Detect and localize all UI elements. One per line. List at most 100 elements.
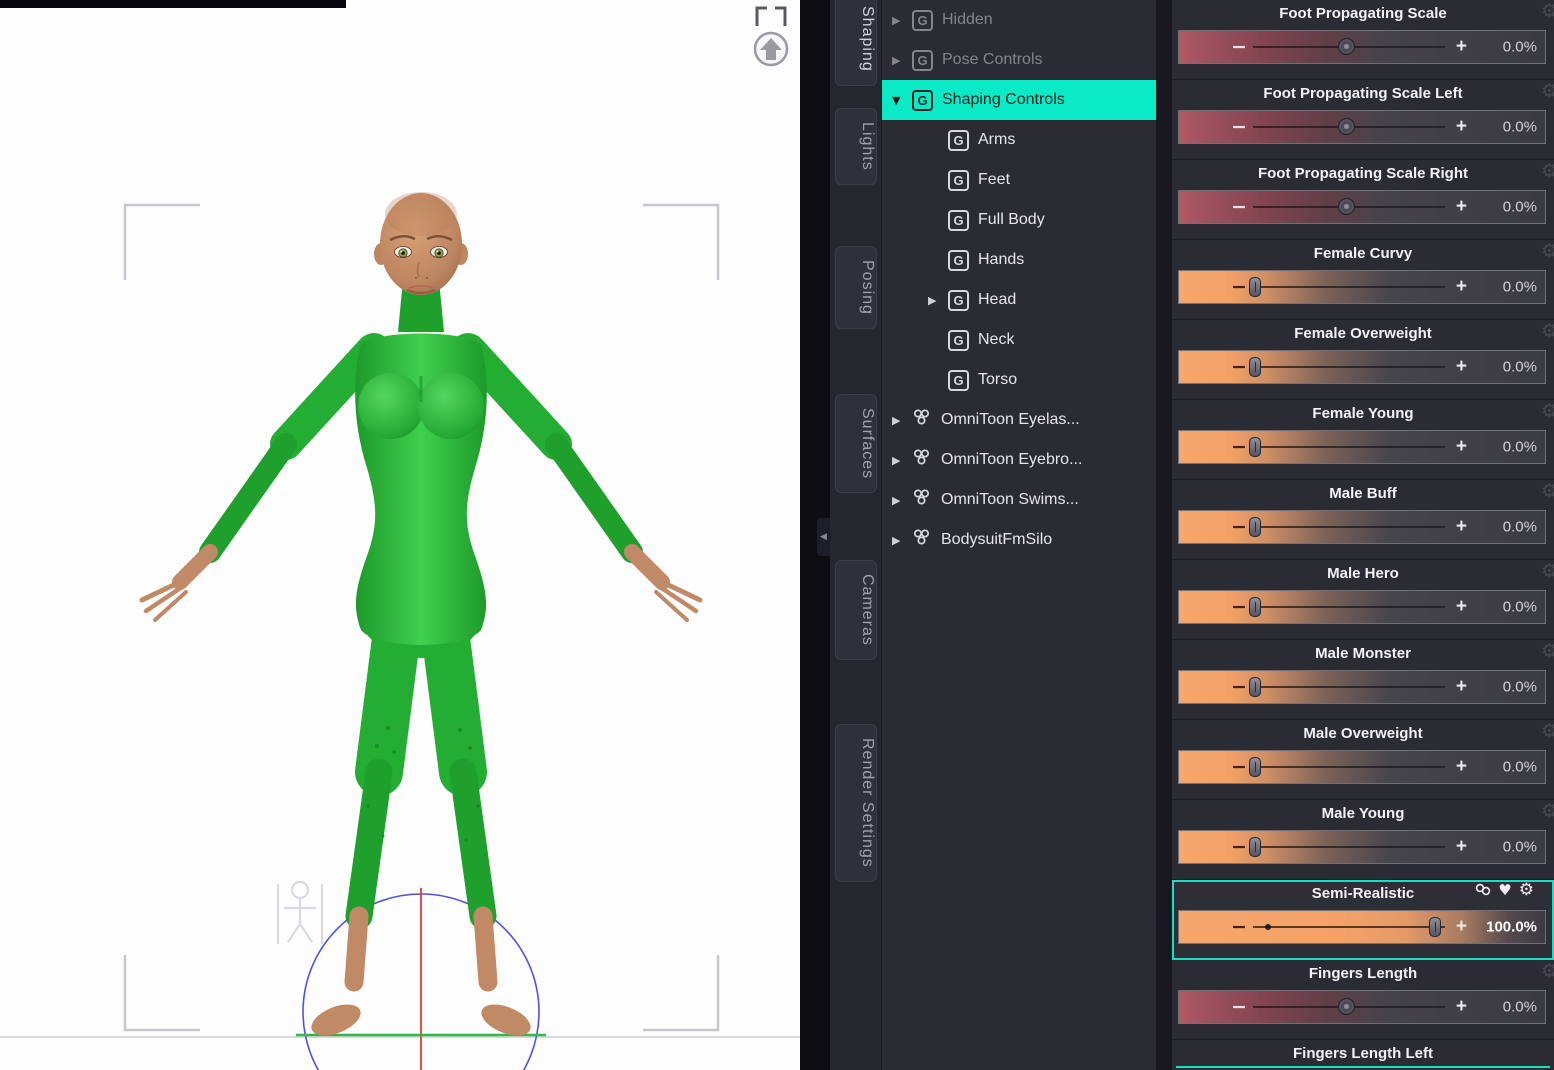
- param-value[interactable]: 100.0%: [1486, 919, 1537, 936]
- gear-icon[interactable]: [1541, 722, 1554, 741]
- param-slider[interactable]: − + 0.0%: [1178, 430, 1546, 464]
- collapse-arrow-icon[interactable]: [928, 294, 943, 307]
- slider-handle[interactable]: [1249, 677, 1261, 697]
- param-value[interactable]: 0.0%: [1503, 199, 1537, 216]
- slider-track[interactable]: [1253, 686, 1445, 688]
- increment-button[interactable]: +: [1456, 276, 1467, 298]
- param-value[interactable]: 0.0%: [1503, 119, 1537, 136]
- gear-icon[interactable]: [1541, 322, 1554, 341]
- slider-track[interactable]: [1253, 846, 1445, 848]
- slider-handle[interactable]: [1249, 517, 1261, 537]
- tree-item-omnitoon-eyelashes[interactable]: OmniToon Eyelas...: [882, 400, 1156, 440]
- tab-cameras[interactable]: Cameras: [835, 560, 877, 660]
- gear-icon[interactable]: [1541, 962, 1554, 981]
- home-view-icon[interactable]: [751, 30, 791, 68]
- tree-item-head[interactable]: Head: [882, 280, 1156, 320]
- increment-button[interactable]: +: [1456, 436, 1467, 458]
- param-slider[interactable]: − + 0.0%: [1178, 30, 1546, 64]
- slider-handle[interactable]: [1338, 38, 1356, 55]
- param-value[interactable]: 0.0%: [1503, 759, 1537, 776]
- expand-viewport-icon[interactable]: [750, 0, 792, 28]
- link-icon[interactable]: [1475, 883, 1491, 899]
- param-slider[interactable]: − + 0.0%: [1178, 750, 1546, 784]
- decrement-button[interactable]: −: [1231, 276, 1247, 298]
- tree-item-full-body[interactable]: Full Body: [882, 200, 1156, 240]
- param-value[interactable]: 0.0%: [1503, 519, 1537, 536]
- param-value[interactable]: 0.0%: [1503, 439, 1537, 456]
- slider-track[interactable]: [1253, 446, 1445, 448]
- param-value[interactable]: 0.0%: [1503, 679, 1537, 696]
- gear-icon[interactable]: [1541, 562, 1554, 581]
- increment-button[interactable]: +: [1456, 356, 1467, 378]
- tree-item-arms[interactable]: Arms: [882, 120, 1156, 160]
- slider-handle[interactable]: [1249, 277, 1261, 297]
- increment-button[interactable]: +: [1456, 916, 1467, 938]
- tab-posing[interactable]: Posing: [835, 246, 877, 329]
- increment-button[interactable]: +: [1456, 36, 1467, 58]
- tree-item-bodysuitfmsilo[interactable]: BodysuitFmSilo: [882, 520, 1156, 560]
- decrement-button[interactable]: −: [1231, 676, 1247, 698]
- gear-icon[interactable]: [1541, 242, 1554, 261]
- gear-icon[interactable]: [1541, 162, 1554, 181]
- increment-button[interactable]: +: [1456, 996, 1467, 1018]
- decrement-button[interactable]: −: [1231, 356, 1247, 378]
- slider-handle[interactable]: [1429, 917, 1442, 937]
- gear-icon[interactable]: [1541, 82, 1554, 101]
- param-value[interactable]: 0.0%: [1503, 599, 1537, 616]
- gear-icon[interactable]: [1541, 482, 1554, 501]
- slider-track[interactable]: [1253, 926, 1445, 928]
- 3d-viewport[interactable]: [0, 0, 800, 1070]
- slider-handle[interactable]: [1249, 597, 1261, 617]
- slider-track[interactable]: [1253, 366, 1445, 368]
- param-value[interactable]: 0.0%: [1503, 359, 1537, 376]
- param-slider[interactable]: − + 0.0%: [1178, 990, 1546, 1024]
- slider-track[interactable]: [1253, 606, 1445, 608]
- param-slider[interactable]: − + 0.0%: [1178, 670, 1546, 704]
- increment-button[interactable]: +: [1456, 116, 1467, 138]
- param-slider[interactable]: − + 0.0%: [1178, 590, 1546, 624]
- increment-button[interactable]: +: [1456, 676, 1467, 698]
- param-value[interactable]: 0.0%: [1503, 839, 1537, 856]
- slider-track[interactable]: [1253, 526, 1445, 528]
- slider-handle[interactable]: [1338, 198, 1356, 215]
- slider-handle[interactable]: [1249, 757, 1261, 777]
- increment-button[interactable]: +: [1456, 516, 1467, 538]
- increment-button[interactable]: +: [1456, 756, 1467, 778]
- tree-item-pose-controls[interactable]: Pose Controls: [882, 40, 1156, 80]
- expand-arrow-icon[interactable]: [892, 94, 907, 107]
- decrement-button[interactable]: −: [1231, 196, 1247, 218]
- param-value[interactable]: 0.0%: [1503, 39, 1537, 56]
- collapse-arrow-icon[interactable]: [892, 534, 907, 547]
- gear-icon[interactable]: [1541, 642, 1554, 661]
- tab-render-settings[interactable]: Render Settings: [835, 724, 877, 882]
- collapse-arrow-icon[interactable]: [892, 14, 907, 27]
- collapse-arrow-icon[interactable]: [892, 414, 907, 427]
- gear-icon[interactable]: [1541, 802, 1554, 821]
- decrement-button[interactable]: −: [1231, 436, 1247, 458]
- slider-handle[interactable]: [1338, 118, 1356, 135]
- tree-item-torso[interactable]: Torso: [882, 360, 1156, 400]
- viewport-canvas[interactable]: [0, 0, 800, 1070]
- tree-item-omnitoon-swimsuit[interactable]: OmniToon Swims...: [882, 480, 1156, 520]
- gear-icon[interactable]: [1541, 2, 1554, 21]
- collapse-arrow-icon[interactable]: [892, 454, 907, 467]
- increment-button[interactable]: +: [1456, 196, 1467, 218]
- slider-handle[interactable]: [1249, 357, 1261, 377]
- slider-handle[interactable]: [1338, 998, 1356, 1015]
- slider-handle[interactable]: [1249, 837, 1261, 857]
- tree-item-neck[interactable]: Neck: [882, 320, 1156, 360]
- increment-button[interactable]: +: [1456, 596, 1467, 618]
- decrement-button[interactable]: −: [1231, 596, 1247, 618]
- panel-collapse-handle[interactable]: [817, 518, 830, 556]
- tree-item-hidden[interactable]: Hidden: [882, 0, 1156, 40]
- param-slider[interactable]: − + 0.0%: [1178, 270, 1546, 304]
- decrement-button[interactable]: −: [1231, 36, 1247, 58]
- increment-button[interactable]: +: [1456, 836, 1467, 858]
- slider-handle[interactable]: [1249, 437, 1261, 457]
- decrement-button[interactable]: −: [1231, 516, 1247, 538]
- favorite-heart-icon[interactable]: [1498, 883, 1511, 898]
- param-slider[interactable]: − + 0.0%: [1178, 510, 1546, 544]
- param-slider[interactable]: − + 0.0%: [1178, 350, 1546, 384]
- param-slider[interactable]: − + 0.0%: [1178, 190, 1546, 224]
- decrement-button[interactable]: −: [1231, 116, 1247, 138]
